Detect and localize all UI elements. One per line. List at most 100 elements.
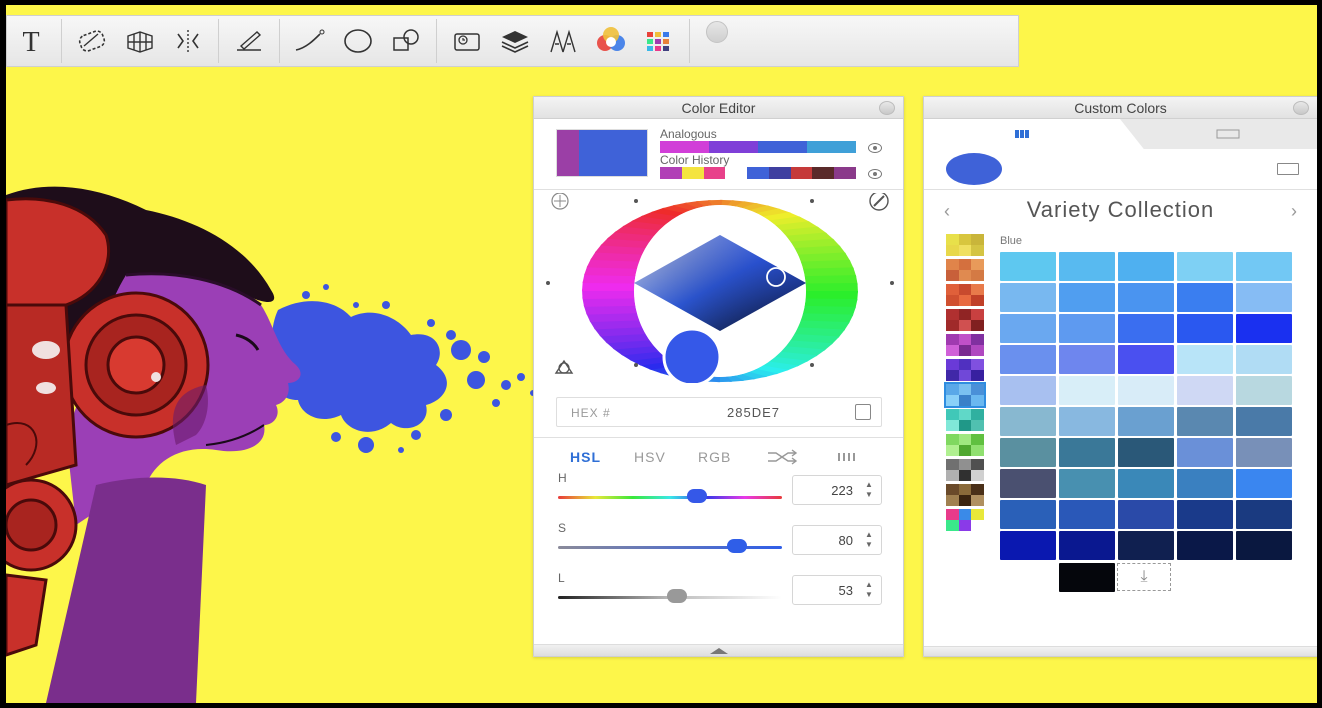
collection-thumbnail[interactable] <box>946 434 984 456</box>
history-swatch[interactable] <box>834 167 857 179</box>
color-swatch[interactable] <box>1236 252 1292 281</box>
history-swatch[interactable] <box>660 167 682 179</box>
drawing-canvas[interactable]: T Color Editor Analogous Color History H… <box>6 5 1317 703</box>
hue-stepper-icon[interactable]: ▲ ▼ <box>863 480 875 500</box>
color-swatch[interactable] <box>1000 531 1056 560</box>
hue-value-field[interactable]: 223 ▲ ▼ <box>792 475 882 505</box>
color-swatch[interactable] <box>1059 283 1115 312</box>
color-swatch[interactable] <box>1177 469 1233 498</box>
color-swatch[interactable] <box>1177 283 1233 312</box>
color-swatch[interactable] <box>1118 531 1174 560</box>
collection-thumbnail[interactable] <box>946 409 984 431</box>
saturation-stepper-icon[interactable]: ▲ ▼ <box>863 530 875 550</box>
tab-hsv[interactable]: HSV <box>634 449 666 465</box>
color-swatch[interactable] <box>1236 345 1292 374</box>
toolbar-collapse-button[interactable] <box>706 21 728 43</box>
collection-thumbnail[interactable] <box>946 234 984 256</box>
history-swatch[interactable] <box>812 167 835 179</box>
color-swatch[interactable] <box>1236 438 1292 467</box>
color-swatch[interactable] <box>1118 283 1174 312</box>
eyedropper-icon[interactable] <box>869 193 889 211</box>
collection-thumbnail[interactable] <box>946 509 984 531</box>
resize-handle[interactable] <box>924 646 1317 656</box>
current-color-swatch[interactable] <box>556 129 648 177</box>
color-swatch[interactable] <box>1118 314 1174 343</box>
active-color-swatch[interactable] <box>579 130 647 176</box>
hue-slider-knob[interactable] <box>686 489 707 503</box>
color-swatch[interactable] <box>1000 438 1056 467</box>
collection-thumbnail[interactable] <box>946 259 984 281</box>
history-visibility-icon[interactable] <box>868 169 882 179</box>
ellipse-icon[interactable] <box>334 19 382 63</box>
color-swatch[interactable] <box>1000 314 1056 343</box>
collection-thumbnail[interactable] <box>946 284 984 306</box>
collection-thumbnail[interactable] <box>946 459 984 481</box>
shuffle-icon[interactable] <box>766 449 800 465</box>
perspective-grid-icon[interactable] <box>116 19 164 63</box>
hatch-tool-icon[interactable] <box>68 19 116 63</box>
analogous-swatch[interactable] <box>807 141 856 153</box>
palette-mode-icon[interactable] <box>551 193 569 210</box>
history-swatch[interactable] <box>747 167 769 179</box>
color-swatch[interactable] <box>1177 252 1233 281</box>
color-swatch[interactable] <box>1000 500 1056 529</box>
analogous-visibility-icon[interactable] <box>868 143 882 153</box>
color-swatch[interactable] <box>1059 563 1115 592</box>
color-swatch[interactable] <box>1000 469 1056 498</box>
color-swatch[interactable] <box>1118 469 1174 498</box>
history-swatch[interactable] <box>681 167 704 179</box>
collection-thumbnail[interactable] <box>946 334 984 356</box>
previous-color-swatch[interactable] <box>557 130 579 176</box>
color-swatch[interactable] <box>1059 438 1115 467</box>
saturation-value-field[interactable]: 80 ▲ ▼ <box>792 525 882 555</box>
hex-input[interactable]: HEX # 285DE7 <box>556 397 882 427</box>
collection-thumbnail[interactable] <box>946 484 984 506</box>
hue-slider-track[interactable] <box>558 496 782 499</box>
collection-thumbnail[interactable] <box>946 359 984 381</box>
next-collection-icon[interactable]: › <box>1291 201 1297 222</box>
color-swatch[interactable] <box>1118 345 1174 374</box>
color-swatch[interactable] <box>1059 376 1115 405</box>
color-swatch[interactable] <box>1118 376 1174 405</box>
color-swatch[interactable] <box>1236 407 1292 436</box>
lightness-slider-knob[interactable] <box>666 589 687 603</box>
lightness-value-field[interactable]: 53 ▲ ▼ <box>792 575 882 605</box>
history-swatch[interactable] <box>790 167 813 179</box>
color-swatch[interactable] <box>1236 531 1292 560</box>
color-swatch[interactable] <box>1118 438 1174 467</box>
color-swatch[interactable] <box>1000 376 1056 405</box>
color-swatch[interactable] <box>1177 407 1233 436</box>
analogous-colors-strip[interactable] <box>660 141 856 153</box>
color-harmony-icon[interactable] <box>554 359 574 374</box>
curve-icon[interactable] <box>286 19 334 63</box>
tab-hsl[interactable]: HSL <box>570 449 601 465</box>
pen-ruler-icon[interactable] <box>225 19 273 63</box>
saturation-slider-knob[interactable] <box>727 539 748 553</box>
color-swatch[interactable] <box>1059 500 1115 529</box>
custom-colors-title-bar[interactable]: Custom Colors <box>924 97 1317 119</box>
color-wheel-icon[interactable] <box>587 19 635 63</box>
color-swatch[interactable] <box>1236 469 1292 498</box>
current-color-circle[interactable] <box>946 153 1002 185</box>
color-swatch[interactable] <box>1000 283 1056 312</box>
color-swatch[interactable] <box>1000 252 1056 281</box>
color-wheel[interactable] <box>544 193 896 383</box>
history-swatch[interactable] <box>725 167 748 179</box>
color-swatch[interactable] <box>1000 407 1056 436</box>
symmetry-icon[interactable] <box>164 19 212 63</box>
text-tool-icon[interactable]: T <box>7 19 55 63</box>
color-swatch[interactable] <box>1059 345 1115 374</box>
shapes-icon[interactable] <box>382 19 430 63</box>
color-swatch[interactable] <box>1118 500 1174 529</box>
hue-handle[interactable] <box>662 327 722 383</box>
color-history-strip[interactable] <box>660 167 857 179</box>
color-swatch[interactable] <box>1236 283 1292 312</box>
slider-options-icon[interactable] <box>836 451 858 463</box>
color-swatch[interactable] <box>1177 500 1233 529</box>
tab-image-palette[interactable] <box>1120 119 1317 149</box>
color-swatch[interactable] <box>1236 500 1292 529</box>
color-swatch[interactable] <box>1177 438 1233 467</box>
color-swatch[interactable] <box>1236 376 1292 405</box>
color-swatch[interactable] <box>1059 469 1115 498</box>
color-swatch[interactable] <box>1118 407 1174 436</box>
